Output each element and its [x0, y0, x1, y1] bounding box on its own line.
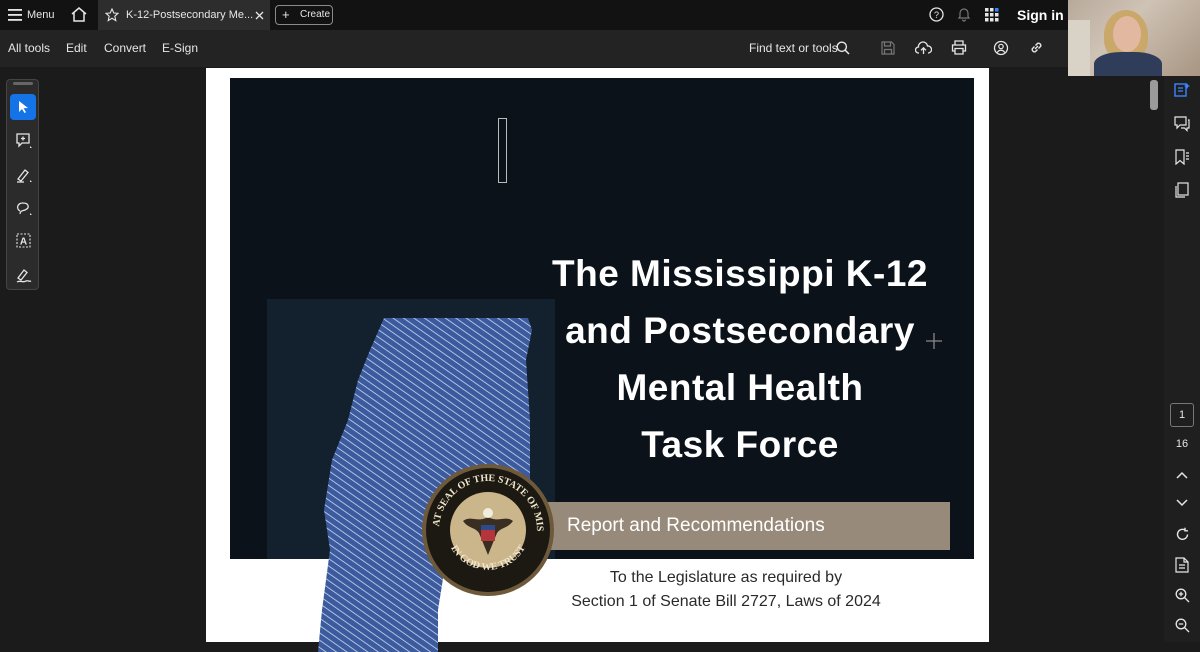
search-icon[interactable]: [836, 41, 850, 55]
draw-lasso-icon[interactable]: [15, 199, 33, 217]
sign-in-button[interactable]: Sign in: [1017, 7, 1064, 23]
zoom-in-icon[interactable]: [1175, 588, 1190, 603]
title-bar: Menu K-12-Postsecondary Me... + Create ?…: [0, 0, 1068, 30]
chevron-down-icon[interactable]: [1176, 499, 1188, 507]
ai-assistant-icon[interactable]: [1174, 82, 1190, 98]
bell-icon[interactable]: [957, 7, 971, 22]
current-page-input[interactable]: 1: [1170, 403, 1194, 427]
pdf-page: The Mississippi K-12 and Postsecondary M…: [206, 68, 989, 652]
total-pages: 16: [1175, 438, 1189, 450]
bookmarks-icon[interactable]: [1174, 149, 1190, 165]
edit-menu[interactable]: Edit: [66, 41, 87, 55]
cover-image: The Mississippi K-12 and Postsecondary M…: [230, 78, 974, 652]
chevron-up-icon[interactable]: [1176, 471, 1188, 479]
title-line-4: Task Force: [641, 424, 839, 465]
help-icon[interactable]: ?: [929, 7, 944, 22]
print-icon[interactable]: [951, 40, 967, 55]
rotate-icon[interactable]: [1175, 527, 1190, 542]
text-cursor-box: [498, 118, 507, 183]
save-icon[interactable]: [881, 41, 895, 55]
home-icon[interactable]: [71, 7, 87, 22]
title-line-1: The Mississippi K-12: [552, 253, 928, 294]
cursor-arrow-icon: [19, 101, 28, 113]
sign-pen-icon[interactable]: [15, 266, 33, 284]
cloud-upload-icon[interactable]: [915, 41, 932, 55]
current-page-value: 1: [1178, 409, 1186, 421]
plus-icon: +: [282, 7, 290, 22]
title-line-3: Mental Health: [616, 367, 864, 408]
star-icon[interactable]: [105, 8, 119, 22]
banner-text: Report and Recommendations: [567, 515, 825, 536]
add-text-icon[interactable]: A: [15, 232, 33, 250]
create-button[interactable]: + Create: [275, 5, 333, 25]
right-side-rail: 1 16: [1164, 76, 1200, 642]
svg-text:?: ?: [934, 10, 939, 20]
svg-text:A: A: [20, 237, 27, 248]
close-icon[interactable]: [255, 11, 264, 20]
all-tools-menu[interactable]: All tools: [8, 41, 50, 55]
vertical-scrollbar-thumb[interactable]: [1150, 80, 1158, 110]
report-banner: Report and Recommendations: [538, 502, 950, 550]
create-label: Create: [300, 9, 331, 20]
webcam-overlay: [1068, 0, 1200, 76]
page-fit-icon[interactable]: [1175, 557, 1189, 573]
tab-title: K-12-Postsecondary Me...: [126, 9, 254, 21]
subtitle-line-2: Section 1 of Senate Bill 2727, Laws of 2…: [571, 593, 881, 610]
comments-icon[interactable]: [1174, 116, 1190, 132]
main-toolbar: All tools Edit Convert E-Sign Find text …: [0, 30, 1068, 67]
highlight-pen-icon[interactable]: [15, 166, 33, 184]
link-icon[interactable]: [1029, 40, 1044, 55]
state-seal-image: THE GREAT SEAL OF THE STATE OF MISSISSIP…: [421, 463, 554, 596]
find-text-or-tools-button[interactable]: Find text or tools: [749, 41, 838, 55]
esign-menu[interactable]: E-Sign: [162, 41, 198, 55]
convert-menu[interactable]: Convert: [104, 41, 146, 55]
menu-label: Menu: [27, 9, 55, 21]
quick-tools-rail: A: [6, 79, 39, 290]
pages-thumbnails-icon[interactable]: [1174, 182, 1190, 198]
document-tab[interactable]: K-12-Postsecondary Me...: [98, 0, 270, 30]
webcam-window: [1068, 20, 1090, 76]
menu-button[interactable]: Menu: [6, 6, 56, 24]
apps-grid-icon[interactable]: [985, 8, 999, 22]
crosshair-cursor-icon: [926, 333, 942, 349]
title-line-2: and Postsecondary: [565, 310, 915, 351]
add-comment-icon[interactable]: [15, 132, 33, 150]
hamburger-icon: [8, 9, 22, 21]
select-tool-button[interactable]: [10, 94, 36, 120]
webcam-person-face: [1113, 16, 1141, 52]
rail-handle: [13, 82, 33, 85]
share-user-icon[interactable]: [993, 40, 1010, 56]
zoom-out-icon[interactable]: [1175, 618, 1190, 633]
subtitle-line-1: To the Legislature as required by: [609, 569, 843, 586]
webcam-person-body: [1094, 52, 1162, 76]
